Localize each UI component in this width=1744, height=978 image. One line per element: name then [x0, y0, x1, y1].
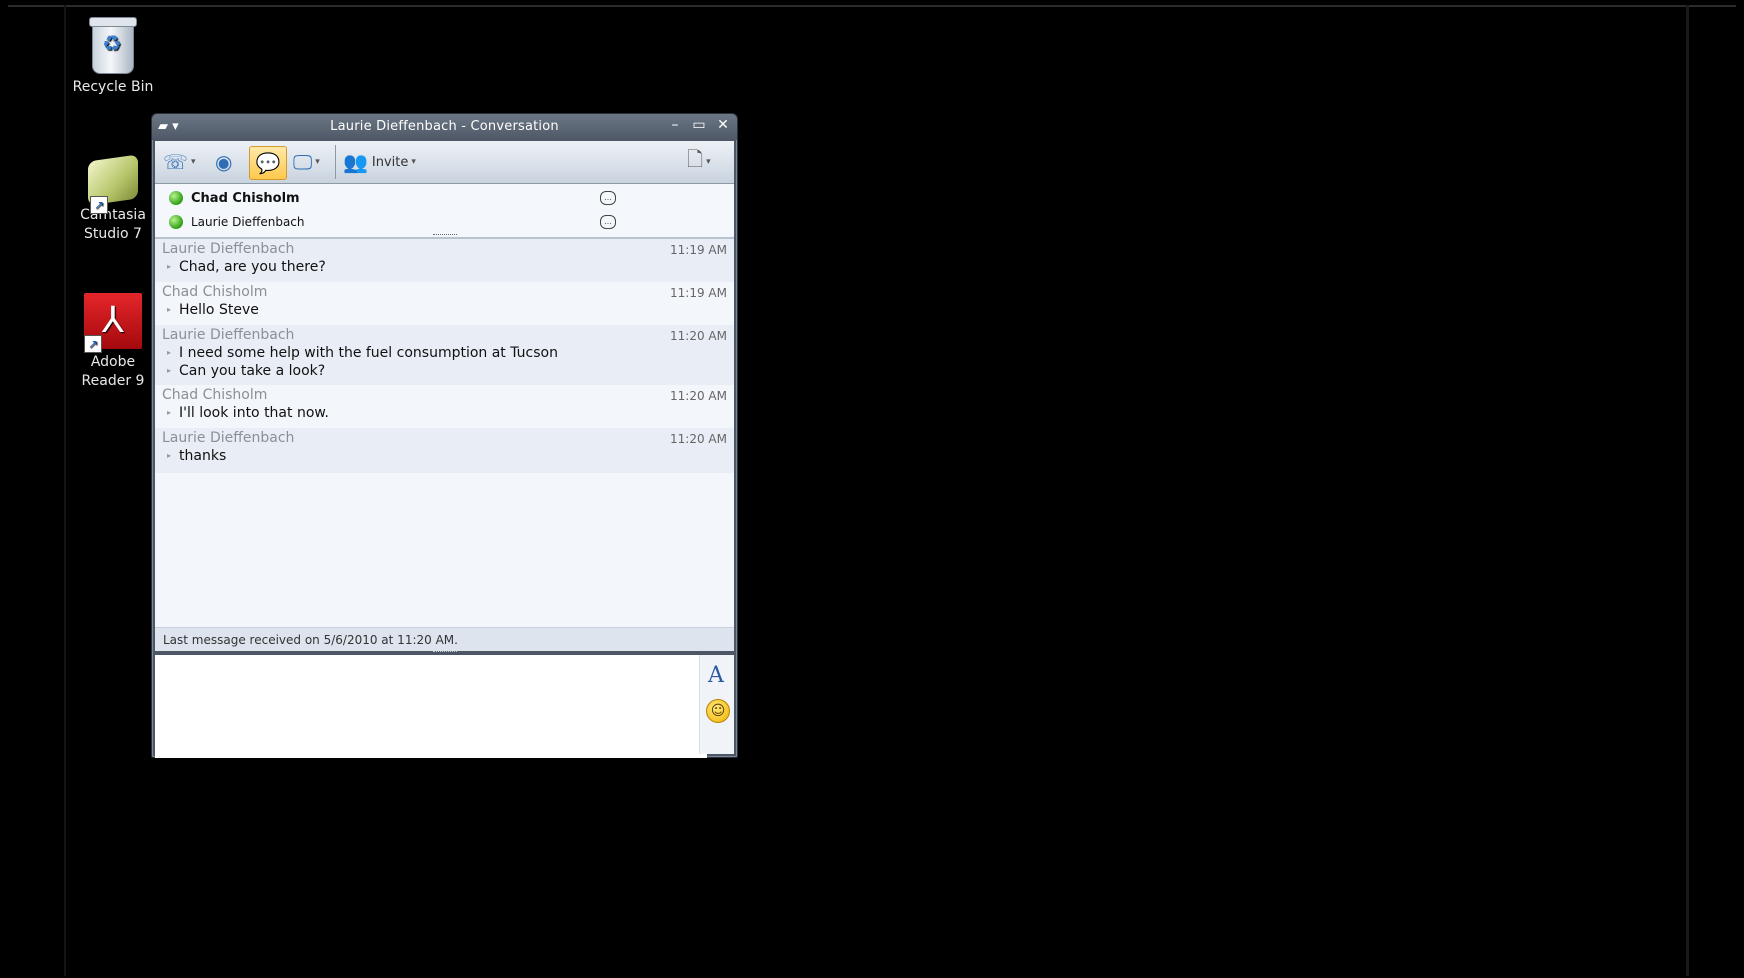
desktop-icon-label: Camtasia Studio 7: [80, 207, 146, 242]
desktop-share-icon: 🖵: [293, 150, 313, 174]
toolbar-separator: [335, 145, 336, 179]
im-status-icon: …: [600, 191, 616, 205]
im-status-icon: …: [600, 215, 616, 229]
compose-area: A ☺: [155, 655, 734, 758]
presence-icon: [169, 191, 183, 205]
add-people-icon: 👥: [343, 150, 368, 174]
font-button[interactable]: A: [708, 663, 724, 688]
im-button[interactable]: 💬: [249, 146, 287, 180]
desktop-icon-label: Adobe Reader 9: [81, 354, 145, 389]
chat-bubble-icon: 💬: [255, 151, 281, 175]
toolbar: ☏ ▾ ◉ 💬 🖵 ▾ 👥 Invite ▾ 🗋 ▾: [155, 141, 734, 184]
message-input[interactable]: [155, 655, 707, 758]
shortcut-arrow-icon: ↗: [84, 335, 102, 353]
desktop-icon-label: Recycle Bin: [72, 79, 154, 95]
message-time: 11:20 AM: [670, 389, 727, 403]
message-sender: Chad Chisholm: [162, 387, 268, 403]
options-button[interactable]: 🗋 ▾: [687, 146, 711, 178]
status-bar: Last message received on 5/6/2010 at 11:…: [155, 627, 734, 652]
document-icon: 🗋: [687, 147, 704, 171]
chevron-down-icon: ▾: [411, 157, 416, 167]
message-text: thanks: [167, 448, 226, 464]
message-time: 11:20 AM: [670, 329, 727, 343]
call-button[interactable]: ☏ ▾: [163, 146, 196, 178]
desktop-icon-adobe-reader[interactable]: ⅄ ↗ Adobe Reader 9: [68, 293, 158, 391]
message-item: Laurie Dieffenbach 11:19 AM Chad, are yo…: [155, 239, 734, 282]
shortcut-arrow-icon: ↗: [90, 196, 108, 214]
close-icon[interactable]: ✕: [715, 117, 731, 133]
phone-icon: ☏: [163, 150, 189, 174]
message-sender: Laurie Dieffenbach: [162, 241, 295, 257]
recycle-bin-icon: ♻: [89, 17, 137, 74]
invite-button[interactable]: 👥 Invite ▾: [343, 146, 416, 178]
message-item: Chad Chisholm 11:19 AM Hello Steve: [155, 282, 734, 325]
webcam-icon: ◉: [215, 150, 233, 174]
resize-grip[interactable]: [433, 234, 457, 238]
desktop-divider-left: [64, 5, 66, 976]
message-time: 11:20 AM: [670, 432, 727, 446]
message-text: I'll look into that now.: [167, 405, 329, 421]
desktop-divider-right: [1686, 5, 1689, 976]
window-title: Laurie Dieffenbach - Conversation: [330, 119, 559, 134]
desktop-icon-recycle-bin[interactable]: ♻ Recycle Bin: [68, 17, 158, 97]
message-item: Laurie Dieffenbach 11:20 AM thanks: [155, 428, 734, 473]
compose-tools: A ☺: [699, 655, 734, 754]
participant-name: Laurie Dieffenbach: [191, 215, 305, 229]
message-text: I need some help with the fuel consumpti…: [167, 345, 558, 361]
message-text: Hello Steve: [167, 302, 259, 318]
title-bar[interactable]: ▰ ▾ Laurie Dieffenbach - Conversation – …: [152, 114, 737, 140]
desktop-icon-camtasia[interactable]: ↗ Camtasia Studio 7: [68, 154, 158, 244]
message-time: 11:19 AM: [670, 286, 727, 300]
message-time: 11:19 AM: [670, 243, 727, 257]
message-text: Chad, are you there?: [167, 259, 326, 275]
participant-list: Chad Chisholm … Laurie Dieffenbach …: [155, 184, 734, 240]
maximize-icon[interactable]: ▭: [691, 117, 707, 133]
message-item: Laurie Dieffenbach 11:20 AM I need some …: [155, 325, 734, 385]
conversation-window: ▰ ▾ Laurie Dieffenbach - Conversation – …: [151, 113, 738, 758]
participant-item[interactable]: Chad Chisholm: [169, 187, 300, 209]
message-text: Can you take a look?: [167, 363, 325, 379]
minimize-icon[interactable]: –: [667, 117, 683, 133]
emoticon-icon[interactable]: ☺: [706, 699, 730, 723]
message-item: Chad Chisholm 11:20 AM I'll look into th…: [155, 385, 734, 428]
video-button[interactable]: ◉: [215, 146, 232, 178]
chevron-down-icon: ▾: [706, 157, 711, 167]
invite-label: Invite: [371, 154, 409, 170]
presence-icon: [169, 215, 183, 229]
share-button[interactable]: 🖵 ▾: [293, 146, 320, 178]
chevron-down-icon: ▾: [191, 157, 196, 167]
message-sender: Laurie Dieffenbach: [162, 430, 295, 446]
message-sender: Chad Chisholm: [162, 284, 268, 300]
message-history[interactable]: Laurie Dieffenbach 11:19 AM Chad, are yo…: [155, 239, 734, 628]
message-sender: Laurie Dieffenbach: [162, 327, 295, 343]
participant-name: Chad Chisholm: [191, 190, 300, 206]
participant-item[interactable]: Laurie Dieffenbach: [169, 211, 305, 233]
chevron-down-icon: ▾: [315, 157, 320, 167]
